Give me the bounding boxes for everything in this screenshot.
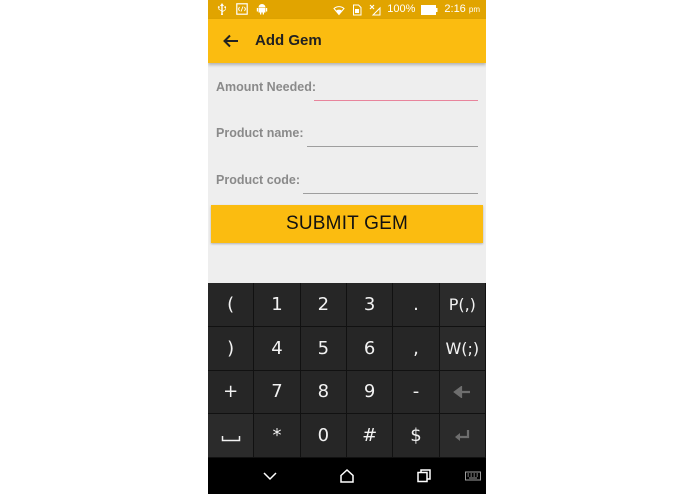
key-open-paren[interactable]: ( — [208, 283, 255, 327]
space-key[interactable] — [208, 414, 255, 458]
status-bar: 100% 2:16 pm — [208, 0, 486, 19]
status-time: 2:16 pm — [444, 3, 480, 16]
key-plus[interactable]: + — [208, 370, 255, 415]
product-code-input[interactable] — [303, 167, 478, 194]
key-4[interactable]: 4 — [254, 326, 301, 371]
app-bar: Add Gem — [208, 19, 486, 63]
key-7[interactable]: 7 — [254, 370, 301, 415]
backspace-key[interactable] — [439, 370, 486, 415]
battery-icon — [421, 4, 438, 15]
battery-percent: 100% — [387, 3, 416, 15]
submit-gem-button[interactable]: SUBMIT GEM — [211, 205, 483, 243]
key-minus[interactable]: - — [393, 370, 440, 415]
space-bar-icon — [221, 435, 240, 441]
key-3[interactable]: 3 — [346, 283, 394, 327]
backspace-icon — [453, 385, 471, 398]
screenshot-icon — [236, 3, 248, 15]
product-name-label: Product name: — [216, 126, 304, 140]
navigation-bar — [208, 458, 486, 494]
key-close-paren[interactable]: ) — [208, 326, 255, 371]
status-time-value: 2:16 — [444, 3, 466, 15]
back-arrow-icon[interactable] — [220, 30, 242, 52]
key-1[interactable]: 1 — [254, 283, 301, 327]
key-5[interactable]: 5 — [300, 326, 347, 371]
key-8[interactable]: 8 — [300, 370, 347, 415]
phone-screen: 100% 2:16 pm Add Gem Amount Needed: Prod… — [208, 0, 486, 494]
sim-icon — [353, 4, 362, 15]
recent-apps-icon[interactable] — [415, 467, 433, 485]
amount-needed-label: Amount Needed: — [216, 80, 316, 94]
page-title: Add Gem — [255, 32, 322, 49]
key-6[interactable]: 6 — [346, 326, 394, 371]
product-code-row: Product code: — [216, 160, 482, 200]
product-name-input[interactable] — [307, 120, 478, 147]
enter-key[interactable] — [439, 414, 486, 458]
status-time-suffix: pm — [468, 5, 480, 14]
enter-icon — [455, 429, 470, 441]
key-asterisk[interactable]: * — [254, 414, 301, 458]
key-comma[interactable]: , — [393, 326, 440, 371]
key-0[interactable]: 0 — [300, 414, 347, 458]
key-wait[interactable]: W(;) — [439, 326, 486, 371]
android-icon — [256, 4, 268, 15]
product-name-row: Product name: — [216, 113, 482, 153]
product-code-label: Product code: — [216, 173, 301, 187]
amount-needed-input[interactable] — [314, 74, 478, 101]
numeric-keyboard: ( 1 2 3 . P(,) ) 4 5 6 , W(;) + 7 8 9 - … — [208, 283, 486, 458]
key-2[interactable]: 2 — [300, 283, 347, 327]
keyboard-icon[interactable] — [464, 467, 482, 485]
key-9[interactable]: 9 — [346, 370, 394, 415]
key-pause[interactable]: P(,) — [439, 283, 486, 327]
no-signal-icon — [369, 4, 381, 15]
key-hash[interactable]: # — [346, 414, 394, 458]
wifi-icon — [333, 5, 345, 15]
amount-needed-row: Amount Needed: — [216, 67, 482, 107]
chevron-down-icon[interactable] — [261, 467, 279, 485]
key-dollar[interactable]: $ — [393, 414, 440, 458]
home-icon[interactable] — [338, 467, 356, 485]
usb-icon — [217, 3, 226, 15]
key-period[interactable]: . — [393, 283, 440, 327]
